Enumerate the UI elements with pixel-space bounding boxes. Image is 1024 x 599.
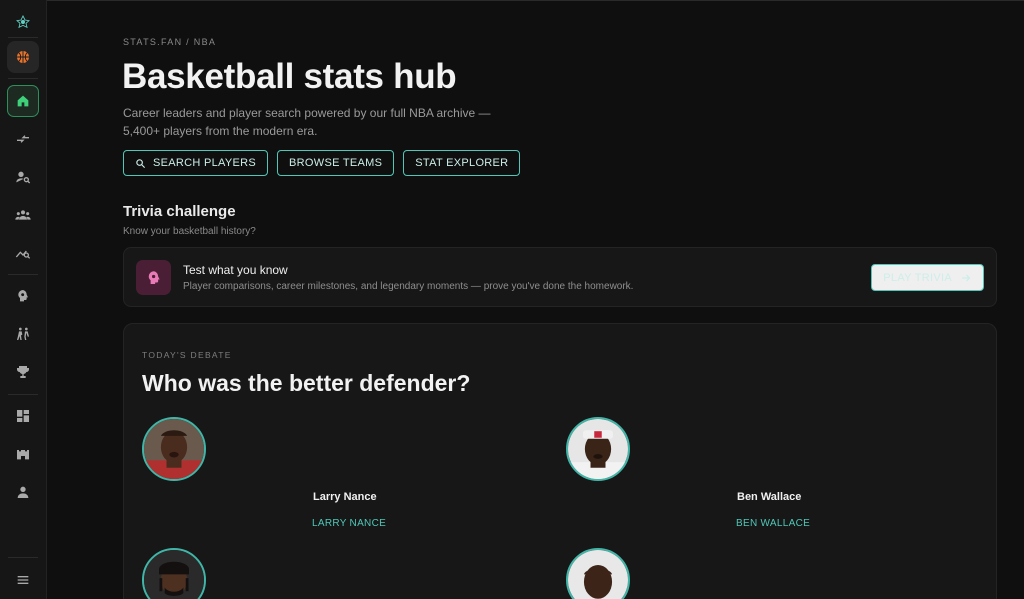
home-icon[interactable] bbox=[7, 85, 39, 117]
trivia-card-description: Player comparisons, career milestones, a… bbox=[183, 281, 634, 292]
main-content: STATS.FAN / NBA Basketball stats hub Car… bbox=[47, 0, 1024, 599]
sidebar-divider bbox=[8, 37, 38, 38]
player-search-icon[interactable] bbox=[7, 161, 39, 193]
dashboard-icon[interactable] bbox=[7, 400, 39, 432]
page-subtitle: Career leaders and player search powered… bbox=[123, 106, 491, 138]
debate-tag: TODAY'S DEBATE bbox=[142, 350, 232, 360]
compare-icon[interactable] bbox=[7, 123, 39, 155]
trivia-section-title: Trivia challenge bbox=[123, 203, 236, 220]
browse-teams-button[interactable]: BROWSE TEAMS bbox=[277, 150, 395, 176]
trivia-brain-icon bbox=[136, 260, 171, 295]
page-title: Basketball stats hub bbox=[122, 57, 457, 96]
player-avatar-larry-nance[interactable] bbox=[142, 417, 206, 481]
player-avatar[interactable] bbox=[142, 548, 206, 599]
trophy-icon[interactable] bbox=[7, 356, 39, 388]
player-name: Larry Nance bbox=[313, 491, 377, 503]
matchup-icon[interactable] bbox=[7, 318, 39, 350]
player-link-larry-nance[interactable]: LARRY NANCE bbox=[312, 518, 386, 529]
player-link-ben-wallace[interactable]: BEN WALLACE bbox=[736, 518, 810, 529]
play-trivia-label: PLAY TRIVIA bbox=[883, 271, 952, 284]
breadcrumb: STATS.FAN / NBA bbox=[123, 37, 217, 47]
arrow-right-icon bbox=[962, 274, 971, 281]
player-name: Ben Wallace bbox=[737, 491, 802, 503]
play-trivia-button[interactable]: PLAY TRIVIA bbox=[871, 264, 984, 291]
sidebar bbox=[0, 0, 47, 599]
player-avatar-ben-wallace[interactable] bbox=[566, 417, 630, 481]
stats-trend-icon[interactable] bbox=[7, 237, 39, 269]
player-avatar[interactable] bbox=[566, 548, 630, 599]
sidebar-divider bbox=[8, 557, 38, 558]
logo-icon[interactable] bbox=[7, 6, 39, 38]
cta-row: SEARCH PLAYERS BROWSE TEAMS STAT EXPLORE… bbox=[123, 150, 521, 176]
profile-icon[interactable] bbox=[7, 476, 39, 508]
browse-teams-label: BROWSE TEAMS bbox=[289, 157, 383, 169]
teams-icon[interactable] bbox=[7, 199, 39, 231]
search-icon bbox=[136, 158, 146, 168]
trivia-brain-icon[interactable] bbox=[7, 280, 39, 312]
sidebar-divider bbox=[8, 274, 38, 275]
trivia-card-title: Test what you know bbox=[183, 263, 288, 277]
stat-explorer-button[interactable]: STAT EXPLORER bbox=[403, 150, 521, 176]
stat-explorer-label: STAT EXPLORER bbox=[415, 157, 509, 169]
trivia-card: Test what you know Player comparisons, c… bbox=[123, 247, 997, 307]
sidebar-divider bbox=[8, 78, 38, 79]
search-players-button[interactable]: SEARCH PLAYERS bbox=[123, 150, 269, 176]
sidebar-divider bbox=[8, 394, 38, 395]
debate-card: TODAY'S DEBATE Who was the better defend… bbox=[123, 323, 997, 599]
debate-question: Who was the better defender? bbox=[142, 370, 471, 396]
search-players-label: SEARCH PLAYERS bbox=[153, 157, 257, 169]
basketball-icon[interactable] bbox=[7, 41, 39, 73]
menu-icon[interactable] bbox=[7, 564, 39, 596]
arena-icon[interactable] bbox=[7, 438, 39, 470]
trivia-section-subtitle: Know your basketball history? bbox=[123, 226, 256, 237]
